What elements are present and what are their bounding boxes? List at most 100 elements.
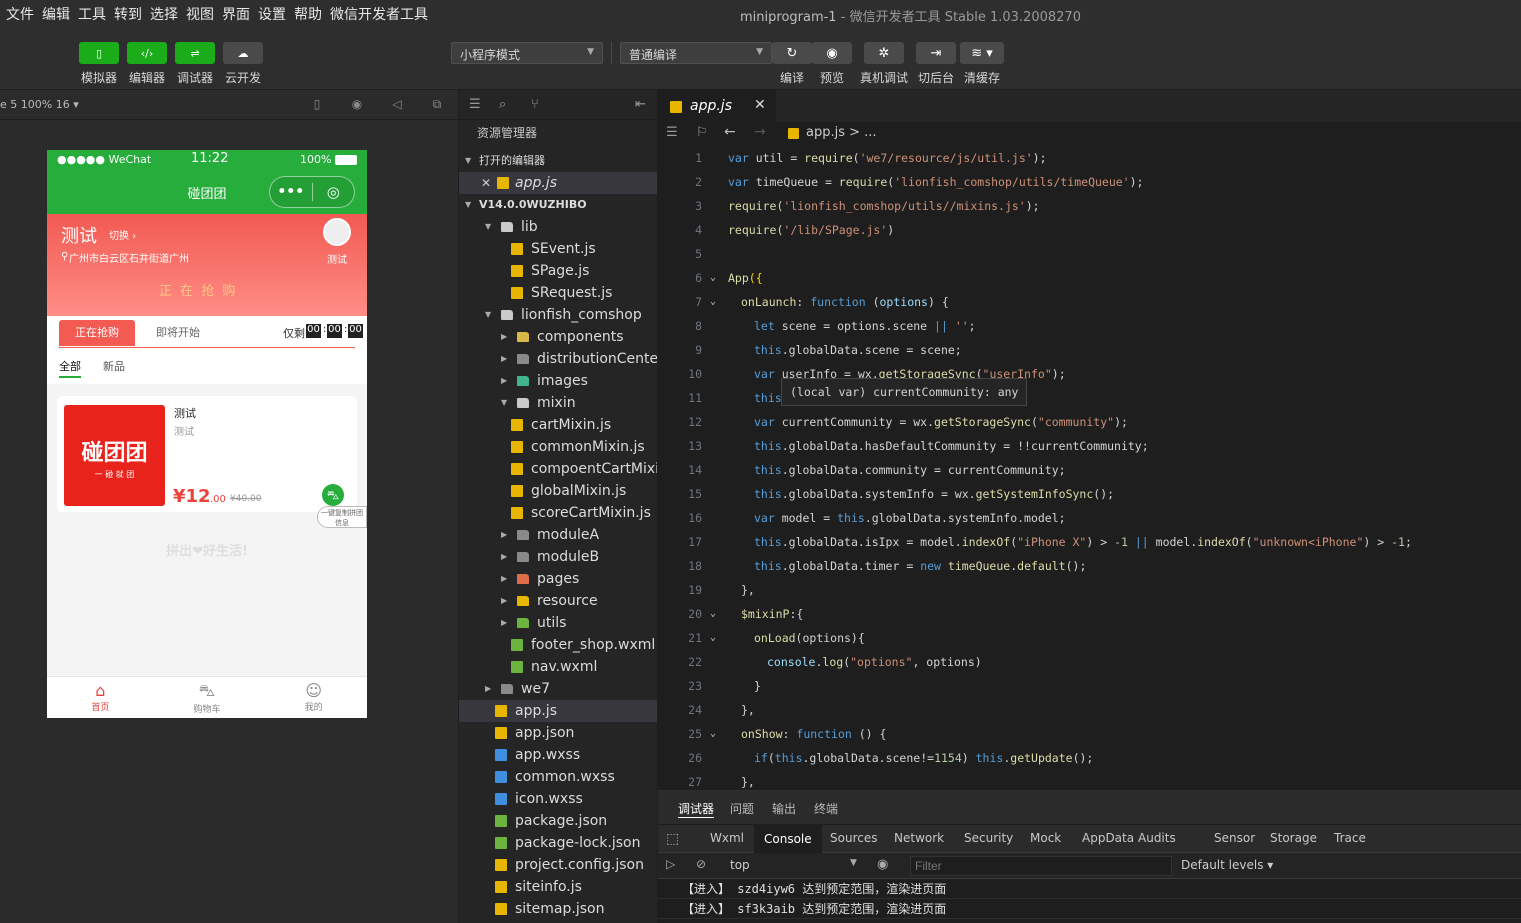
- menu-item[interactable]: 帮助: [294, 4, 328, 24]
- code-line[interactable]: 6 ⌄ App({: [658, 266, 1521, 290]
- tree-item[interactable]: project.config.json: [459, 854, 657, 876]
- code-line[interactable]: 26 if(this.globalData.scene!=1154) this.g…: [658, 746, 1521, 770]
- subtab-new[interactable]: 新品: [103, 358, 125, 374]
- tree-item[interactable]: ▶ we7: [459, 678, 657, 700]
- code-line[interactable]: 17 this.globalData.isIpx = model.indexOf(…: [658, 530, 1521, 554]
- forward-icon[interactable]: →: [754, 124, 766, 140]
- volume-icon[interactable]: ◁: [390, 97, 404, 111]
- tree-item[interactable]: ▼ lib: [459, 216, 657, 238]
- tree-item[interactable]: ▶ moduleB: [459, 546, 657, 568]
- cloud-toggle-button[interactable]: ☁: [223, 42, 263, 64]
- list-icon[interactable]: ☰: [469, 97, 481, 112]
- switch-button[interactable]: ⇥: [916, 42, 956, 64]
- tree-item[interactable]: ▼ lionfish_comshop: [459, 304, 657, 326]
- fold-icon[interactable]: ⌄: [710, 290, 716, 314]
- sidebar-toggle-icon[interactable]: ▷: [666, 857, 675, 871]
- open-editor-item[interactable]: ✕ app.js: [459, 172, 657, 194]
- console-tab[interactable]: Trace: [1334, 831, 1366, 845]
- filter-input[interactable]: [910, 856, 1172, 876]
- tree-item[interactable]: sitemap.json: [459, 898, 657, 920]
- code-line[interactable]: 24},: [658, 698, 1521, 722]
- avatar[interactable]: [323, 218, 351, 246]
- console-tab[interactable]: Audits: [1138, 831, 1176, 845]
- fold-icon[interactable]: ⌄: [710, 722, 716, 746]
- bookmark-icon[interactable]: ⚐: [696, 125, 708, 140]
- debugger-tab[interactable]: 输出: [772, 800, 796, 817]
- console-tab[interactable]: Sensor: [1214, 831, 1255, 845]
- tree-item[interactable]: app.json: [459, 722, 657, 744]
- menu-item[interactable]: 编辑: [42, 4, 76, 24]
- git-branch-icon[interactable]: ⑂: [531, 97, 539, 112]
- console-tab[interactable]: Console: [754, 825, 822, 853]
- code-line[interactable]: 8 let scene = options.scene || '';: [658, 314, 1521, 338]
- popout-icon[interactable]: ⧉: [430, 97, 444, 111]
- tree-item[interactable]: SEvent.js: [459, 238, 657, 260]
- layers-button[interactable]: ≋ ▾: [960, 42, 1004, 64]
- tree-item[interactable]: SPage.js: [459, 260, 657, 282]
- tree-item[interactable]: globalMixin.js: [459, 480, 657, 502]
- code-line[interactable]: 16 var model = this.globalData.systemInfo…: [658, 506, 1521, 530]
- tree-item[interactable]: ▶ utils: [459, 612, 657, 634]
- code-line[interactable]: 18 this.globalData.timer = new timeQueue.…: [658, 554, 1521, 578]
- console-tab[interactable]: Mock: [1030, 831, 1061, 845]
- project-section[interactable]: ▼ V14.0.0WUZHIBO: [459, 194, 657, 216]
- tree-item[interactable]: cartMixin.js: [459, 414, 657, 436]
- tree-item[interactable]: SRequest.js: [459, 282, 657, 304]
- code-line[interactable]: 2 var timeQueue = require('lionfish_comsh…: [658, 170, 1521, 194]
- subtab-all[interactable]: 全部: [59, 358, 81, 378]
- debugger-tab[interactable]: 终端: [814, 800, 838, 817]
- tabbar-home[interactable]: ⌂ 首页: [47, 677, 154, 718]
- code-line[interactable]: 1 var util = require('we7/resource/js/uti…: [658, 146, 1521, 170]
- tree-item[interactable]: ▼ mixin: [459, 392, 657, 414]
- levels-select[interactable]: Default levels ▾: [1181, 858, 1273, 872]
- console-tab[interactable]: AppData: [1082, 831, 1134, 845]
- clear-console-icon[interactable]: ⊘: [696, 857, 706, 871]
- outline-icon[interactable]: ☰: [666, 125, 678, 140]
- back-icon[interactable]: ←: [724, 124, 736, 140]
- menu-item[interactable]: 界面: [222, 4, 256, 24]
- code-toggle-button[interactable]: ‹/›: [127, 42, 167, 64]
- close-target-icon[interactable]: ◎: [313, 183, 355, 201]
- device-select[interactable]: e 5 100% 16 ▾: [0, 98, 79, 111]
- phone-toggle-button[interactable]: ▯: [79, 42, 119, 64]
- collapse-panel-icon[interactable]: ⇤: [635, 97, 646, 112]
- bug-button[interactable]: ✲: [864, 42, 904, 64]
- code-line[interactable]: 23}: [658, 674, 1521, 698]
- tree-item[interactable]: ▶ resource: [459, 590, 657, 612]
- switch-link[interactable]: 切换 ›: [109, 227, 136, 242]
- tab-on-sale[interactable]: 正在抢购: [59, 320, 135, 346]
- tree-item[interactable]: ▶ components: [459, 326, 657, 348]
- tree-item[interactable]: compoentCartMixi...: [459, 458, 657, 480]
- code-line[interactable]: 12 var currentCommunity = wx.getStorageSy…: [658, 410, 1521, 434]
- open-editors-section[interactable]: ▼ 打开的编辑器: [459, 150, 657, 172]
- debugger-tab[interactable]: 调试器: [678, 800, 715, 818]
- tree-item[interactable]: ▶ images: [459, 370, 657, 392]
- product-image[interactable]: 碰团团 一 碰 就 团: [64, 405, 165, 506]
- menu-item[interactable]: 视图: [186, 4, 220, 24]
- code-line[interactable]: 25 ⌄ onShow: function () {: [658, 722, 1521, 746]
- code-line[interactable]: 21 ⌄ onLoad(options){: [658, 626, 1521, 650]
- tree-item[interactable]: siteinfo.js: [459, 876, 657, 898]
- mode-select[interactable]: 小程序模式 ▼: [451, 42, 603, 64]
- code-line[interactable]: 15 this.globalData.systemInfo = wx.getSys…: [658, 482, 1521, 506]
- tree-item[interactable]: ▶ moduleA: [459, 524, 657, 546]
- record-icon[interactable]: ◉: [350, 97, 364, 111]
- search-icon[interactable]: ⌕: [499, 97, 506, 112]
- eye-button[interactable]: ◉: [812, 42, 852, 64]
- code-line[interactable]: 9 this.globalData.scene = scene;: [658, 338, 1521, 362]
- console-tab[interactable]: Storage: [1270, 831, 1317, 845]
- code-line[interactable]: 7 ⌄ onLaunch: function (options) {: [658, 290, 1521, 314]
- tabbar-me[interactable]: ☺ 我的: [260, 677, 367, 718]
- tree-item[interactable]: ▶ distributionCenter: [459, 348, 657, 370]
- context-select[interactable]: top: [730, 858, 750, 872]
- more-icon[interactable]: •••: [270, 184, 312, 200]
- fold-icon[interactable]: ⌄: [710, 602, 716, 626]
- code-line[interactable]: 13 this.globalData.hasDefaultCommunity = …: [658, 434, 1521, 458]
- tree-item[interactable]: nav.wxml: [459, 656, 657, 678]
- code-line[interactable]: 5: [658, 242, 1521, 266]
- editor-tab-app-js[interactable]: app.js ✕: [658, 90, 776, 122]
- menu-item[interactable]: 工具: [78, 4, 112, 24]
- fold-icon[interactable]: ⌄: [710, 266, 716, 290]
- console-tab[interactable]: Security: [964, 831, 1013, 845]
- code-line[interactable]: 22 console.log("options", options): [658, 650, 1521, 674]
